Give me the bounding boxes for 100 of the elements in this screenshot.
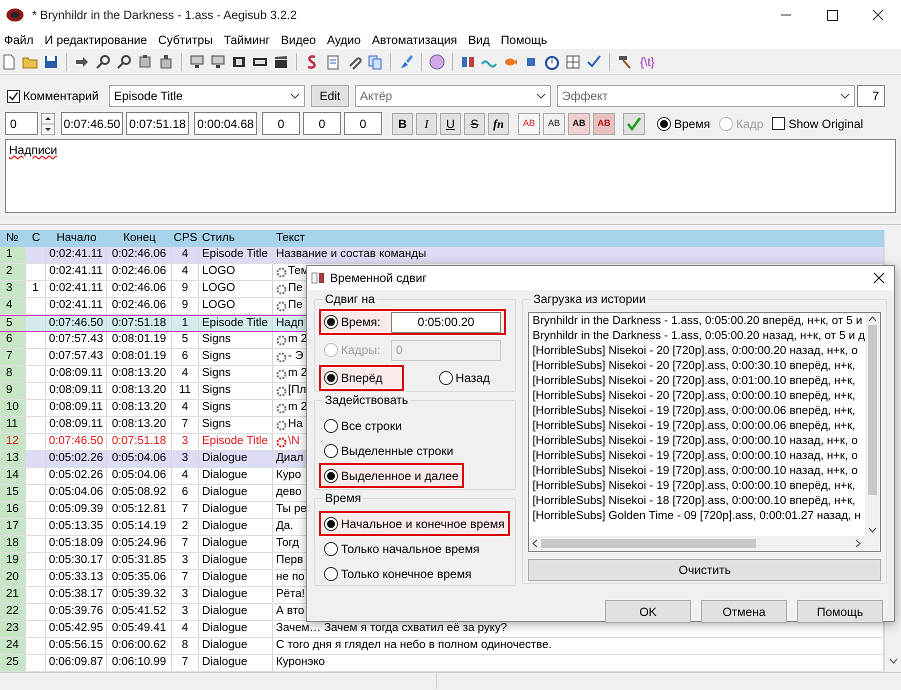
dialog-button[interactable]: OK	[605, 600, 691, 623]
radio-button[interactable]: Время	[657, 114, 710, 132]
input-field[interactable]: 0:07:46.50	[61, 112, 123, 135]
table-cell: 20	[0, 570, 26, 586]
list-item[interactable]: [HorribleSubs] Golden Time - 09 [720p].ass, 0:00:01.27 назад, н	[532, 509, 865, 524]
zoom-out-icon[interactable]	[116, 54, 132, 70]
scrollbar[interactable]	[529, 536, 880, 551]
input-field[interactable]: 0	[344, 112, 382, 135]
format-button[interactable]: U	[440, 112, 461, 134]
table-cell-text: дево	[276, 485, 302, 500]
check-icon[interactable]	[586, 54, 602, 70]
menu-item[interactable]: Аудио	[322, 30, 365, 48]
monitor-icon[interactable]	[189, 54, 205, 70]
list-item[interactable]: [HorribleSubs] Nisekoi - 18 [720p].ass, 0:00:00.10 вперёд, н+к,	[532, 494, 865, 509]
radio-button[interactable]: Только конечное время	[321, 563, 474, 584]
dropdown[interactable]: Эффект	[557, 85, 855, 107]
clapper-icon[interactable]	[273, 54, 289, 70]
hammer-icon[interactable]	[617, 54, 633, 70]
clear-button[interactable]: Очистить	[528, 559, 881, 581]
input-field[interactable]: 0	[5, 112, 38, 135]
menu-item[interactable]: Вид	[464, 30, 494, 48]
radio-button[interactable]: Назад	[436, 367, 493, 389]
table-cell-text: \N	[288, 434, 300, 450]
column-header[interactable]: Стиль	[199, 230, 273, 247]
clipboard-icon[interactable]	[325, 54, 341, 70]
frame-icon[interactable]	[137, 54, 153, 70]
radio-button[interactable]: Выделенное и далее	[321, 465, 462, 486]
dropdown[interactable]: Episode Title	[109, 85, 305, 107]
tag-button[interactable]: {\t}	[638, 52, 657, 70]
list-item[interactable]: [HorribleSubs] Nisekoi - 20 [720p].ass, 0:00:30.10 вперёд, н+к,	[532, 359, 865, 374]
radio-button[interactable]: Время:	[324, 313, 387, 331]
list-item[interactable]: [HorribleSubs] Nisekoi - 19 [720p].ass, 0:00:00.10 назад, н+к, о	[532, 464, 865, 479]
table-cell-text: не по	[276, 570, 305, 586]
list-item[interactable]: [HorribleSubs] Nisekoi - 19 [720p].ass, 0:00:00.10 вперёд, н+к,	[532, 479, 865, 494]
list-item[interactable]: [HorribleSubs] Nisekoi - 19 [720p].ass, 0:00:00.06 вперёд, н+к,	[532, 419, 865, 434]
list-item[interactable]: [HorribleSubs] Nisekoi - 20 [720p].ass, 0:01:00.10 вперёд, н+к,	[532, 374, 865, 389]
format-button[interactable]: I	[416, 112, 437, 134]
list-item[interactable]: [HorribleSubs] Nisekoi - 19 [720p].ass, 0:00:00.10 назад, н+к, о	[532, 434, 865, 449]
list-item[interactable]: [HorribleSubs] Nisekoi - 19 [720p].ass, 0:00:00.10 назад, н+к, о	[532, 449, 865, 464]
list-item[interactable]: [HorribleSubs] Nisekoi - 20 [720p].ass, 0:00:00.20 назад, н+к, о	[532, 344, 865, 359]
input-field[interactable]: 0:05:00.20	[391, 312, 501, 332]
menu-item[interactable]: И редактирование	[40, 30, 152, 48]
menu-item[interactable]: Видео	[276, 30, 320, 48]
edit-button[interactable]: Edit	[311, 85, 349, 107]
input-field[interactable]: 0:07:51.18	[126, 112, 189, 135]
scrollbar[interactable]	[865, 313, 880, 536]
format-button[interactable]: fn	[488, 112, 509, 134]
column-header[interactable]: №	[0, 230, 26, 247]
table-cell-text: Зачем… Зачем я тогда схватил её за руку?	[276, 621, 507, 636]
brush-icon[interactable]	[398, 54, 414, 70]
menu-item[interactable]: Помощь	[496, 30, 552, 48]
monitor-icon[interactable]	[210, 54, 226, 70]
radio-button[interactable]: Начальное и конечное время	[321, 513, 508, 534]
menu-item[interactable]: Автоматизация	[368, 30, 462, 48]
text-editor[interactable]: Надписи	[5, 139, 896, 213]
radio-button[interactable]: Только начальное время	[321, 538, 482, 559]
list-item[interactable]: [HorribleSubs] Nisekoi - 20 [720p].ass, 0:00:00.10 вперёд, н+к,	[532, 389, 865, 404]
dropdown[interactable]: Актёр	[355, 85, 551, 107]
color-button[interactable]: AB	[568, 112, 590, 134]
table-cell: 4	[0, 298, 26, 314]
radio-button[interactable]: Вперёд	[321, 367, 386, 389]
format-button[interactable]: B	[392, 112, 413, 134]
color-button[interactable]: AB	[593, 112, 615, 134]
list-item[interactable]: [HorribleSubs] Nisekoi - 19 [720p].ass, 0:00:00.06 вперёд, н+к,	[532, 404, 865, 419]
color-button[interactable]: AB	[543, 112, 565, 134]
radio-button[interactable]: Все строки	[321, 415, 405, 436]
stopwatch-icon[interactable]	[544, 54, 560, 70]
documents-icon[interactable]	[367, 54, 383, 70]
table-cell: 0:07:46.50	[46, 434, 107, 450]
dialog-button[interactable]: Помощь	[797, 600, 883, 623]
menu-item[interactable]: Файл	[0, 30, 38, 48]
frame-icon[interactable]	[158, 54, 174, 70]
list-item[interactable]: Brynhildr in the Darkness - 1.ass, 0:05:00.20 вперёд, н+к, от 5 и	[532, 314, 865, 329]
column-header[interactable]: Конец	[107, 230, 172, 247]
list-item[interactable]: Brynhildr in the Darkness - 1.ass, 0:05:00.20 назад, н+к, от 5 и д	[532, 329, 865, 344]
column-header[interactable]: Текст	[273, 230, 884, 247]
group-label: Загрузка из истории	[531, 292, 648, 306]
input-field[interactable]: 0:00:04.68	[194, 112, 257, 135]
dialog-button[interactable]: Отмена	[701, 600, 787, 623]
table-cell: 4	[172, 247, 199, 263]
column-header[interactable]: C	[26, 230, 46, 247]
input-field[interactable]: 0	[262, 112, 300, 135]
column-header[interactable]: Начало	[46, 230, 107, 247]
checkbox[interactable]: Комментарий	[7, 87, 103, 105]
avatar-icon[interactable]	[429, 54, 445, 70]
new-document-icon[interactable]	[1, 54, 17, 70]
menu-item[interactable]: Тайминг	[220, 30, 274, 48]
radio-button[interactable]: Выделенные строки	[321, 440, 456, 461]
color-button[interactable]: AB	[518, 112, 540, 134]
column-header[interactable]: CPS	[172, 230, 199, 247]
caret-icon	[536, 93, 546, 99]
spin-button-icon[interactable]	[41, 112, 55, 134]
save-icon[interactable]	[43, 54, 59, 70]
checkbox[interactable]: Show Original	[772, 114, 864, 132]
commit-button[interactable]	[623, 112, 645, 134]
format-button[interactable]: S	[464, 112, 485, 134]
input-field[interactable]: 0	[303, 112, 341, 135]
table-icon[interactable]	[565, 54, 581, 70]
zoom-in-icon[interactable]	[95, 54, 111, 70]
menu-item[interactable]: Субтитры	[154, 30, 217, 48]
